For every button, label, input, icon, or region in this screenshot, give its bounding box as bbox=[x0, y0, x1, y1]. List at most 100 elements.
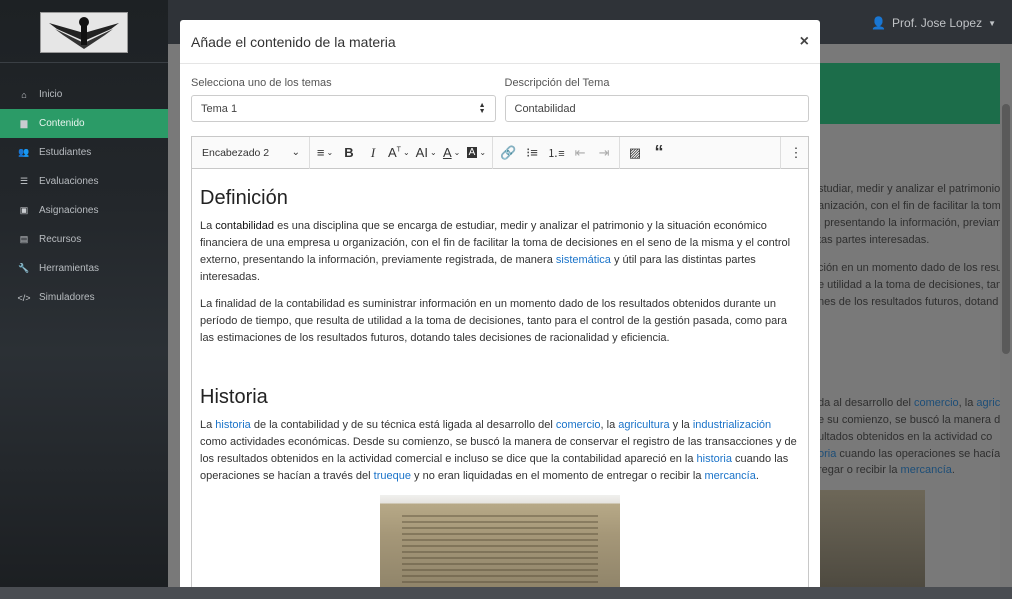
sidebar-item-herramientas[interactable]: 🔧 Herramientas bbox=[0, 254, 168, 283]
bg-text-line: tas partes interesadas. bbox=[818, 234, 930, 246]
scrollbar-thumb[interactable] bbox=[1002, 104, 1010, 354]
toolbar-divider bbox=[780, 136, 781, 169]
list-icon: ☰ bbox=[19, 176, 29, 186]
editor-content[interactable]: Definición La contabilidad es una discip… bbox=[192, 169, 808, 587]
link-button[interactable]: 🔗 bbox=[496, 141, 520, 165]
archive-icon: ▤ bbox=[19, 234, 29, 244]
sidebar-item-label: Contenido bbox=[39, 118, 85, 129]
topic-select[interactable]: Tema 1 ▲ ▼ bbox=[191, 95, 496, 122]
sidebar-item-recursos[interactable]: ▤ Recursos bbox=[0, 225, 168, 254]
numbered-list-button[interactable]: ⒈≡ bbox=[544, 141, 568, 165]
font-color-button[interactable]: A ⌄ bbox=[440, 141, 464, 165]
wrench-icon: 🔧 bbox=[18, 263, 30, 273]
sidebar-item-label: Asignaciones bbox=[39, 205, 99, 216]
sidebar-item-asignaciones[interactable]: ▣ Asignaciones bbox=[0, 196, 168, 225]
bg-text-line: , presentando la información, previam bbox=[818, 217, 1000, 229]
user-menu[interactable]: 👤 Prof. Jose Lopez ▼ bbox=[871, 16, 996, 30]
bg-link-agricultura[interactable]: agric bbox=[976, 397, 1000, 409]
close-button[interactable]: × bbox=[800, 33, 809, 51]
toolbar-divider bbox=[619, 136, 621, 169]
code-icon: </> bbox=[17, 292, 31, 303]
align-button[interactable]: ≡ ⌄ bbox=[313, 141, 337, 165]
link-mercancia[interactable]: mercancía bbox=[705, 470, 756, 482]
heading-dropdown-value: Encabezado 2 bbox=[202, 146, 270, 159]
bg-text-line: nes de los resultados futuros, dotand bbox=[818, 296, 999, 308]
home-icon: ⌂ bbox=[21, 89, 27, 100]
link-historia[interactable]: historia bbox=[215, 419, 250, 431]
indent-button[interactable]: ⇥ bbox=[592, 141, 616, 165]
sidebar-item-evaluaciones[interactable]: ☰ Evaluaciones bbox=[0, 167, 168, 196]
sidebar-item-label: Evaluaciones bbox=[39, 176, 99, 187]
user-name: Prof. Jose Lopez bbox=[892, 16, 983, 30]
bg-text-line: e su comienzo, se buscó la manera d bbox=[818, 414, 1000, 426]
page-scrollbar[interactable] bbox=[1000, 44, 1012, 587]
description-label: Descripción del Tema bbox=[504, 77, 610, 89]
editor-toolbar: Encabezado 2 ⌄ ≡ ⌄ B I AT ⌄ AI ⌄ A ⌄ A ⌄… bbox=[192, 136, 808, 169]
more-vertical-icon: ⋮ bbox=[789, 144, 803, 160]
paragraph: La finalidad de la contabilidad es sumin… bbox=[200, 298, 788, 344]
link-sistematica[interactable]: sistemática bbox=[556, 254, 611, 266]
caret-icon: ⌄ bbox=[402, 148, 410, 157]
bulleted-list-button[interactable]: ⁝≡ bbox=[520, 141, 544, 165]
font-family-button[interactable]: AI ⌄ bbox=[413, 141, 440, 165]
sidebar-item-simuladores[interactable]: </> Simuladores bbox=[0, 283, 168, 312]
indent-icon: ⇥ bbox=[598, 144, 610, 160]
text-segment: y la bbox=[669, 419, 693, 431]
bold-icon: B bbox=[344, 145, 354, 160]
bg-link-historia[interactable]: oria bbox=[818, 448, 836, 460]
app-root: ⌂ Inicio ▆ Contenido 👥 Estudiantes ☰ Eva… bbox=[0, 0, 1012, 599]
caret-icon: ⌄ bbox=[326, 148, 334, 157]
sidebar-item-label: Simuladores bbox=[39, 292, 95, 303]
background-color-button[interactable]: A ⌄ bbox=[464, 141, 489, 165]
text-segment: . bbox=[755, 470, 759, 482]
link-comercio[interactable]: comercio bbox=[556, 419, 601, 431]
bottom-bar bbox=[0, 587, 1012, 599]
sidebar-item-estudiantes[interactable]: 👥 Estudiantes bbox=[0, 138, 168, 167]
link-industrializacion[interactable]: industrialización bbox=[693, 419, 771, 431]
caret-icon: ⌄ bbox=[453, 148, 461, 157]
bg-text-line: ción en un momento dado de los resu bbox=[818, 262, 1000, 274]
caret-icon: ⌄ bbox=[479, 148, 487, 157]
topic-select-group: Selecciona uno de los temas Tema 1 ▲ ▼ bbox=[191, 77, 496, 122]
topic-select-value: Tema 1 bbox=[201, 102, 238, 115]
bold-button[interactable]: B bbox=[337, 141, 361, 165]
sidebar-item-contenido[interactable]: ▆ Contenido bbox=[0, 109, 168, 138]
font-size-icon: AT bbox=[388, 145, 401, 160]
sidebar-item-inicio[interactable]: ⌂ Inicio bbox=[0, 80, 168, 109]
bg-text-segment: regar o recibir la bbox=[818, 464, 901, 476]
cuneiform-tablet-image[interactable] bbox=[380, 495, 620, 587]
font-size-button[interactable]: AT ⌄ bbox=[385, 141, 413, 165]
outdent-button[interactable]: ⇤ bbox=[568, 141, 592, 165]
toolbar-divider bbox=[309, 136, 310, 169]
more-options-button[interactable]: ⋮ bbox=[784, 141, 808, 165]
page-banner bbox=[818, 63, 1000, 124]
bg-link-mercancia[interactable]: mercancía bbox=[901, 464, 952, 476]
heading-definicion: Definición bbox=[200, 187, 288, 209]
link-agricultura[interactable]: agricultura bbox=[618, 419, 669, 431]
bg-text-line: anización, con el fin de facilitar la to… bbox=[818, 200, 1000, 212]
sidebar: ⌂ Inicio ▆ Contenido 👥 Estudiantes ☰ Eva… bbox=[0, 0, 168, 587]
description-group: Descripción del Tema bbox=[504, 77, 809, 122]
blockquote-button[interactable]: “ bbox=[647, 141, 671, 165]
select-arrows-icon: ▲ ▼ bbox=[478, 101, 486, 115]
modal-header: Añade el contenido de la materia × bbox=[180, 20, 820, 64]
bg-text-segment: , la bbox=[958, 397, 977, 409]
paragraph: La contabilidad es una disciplina que se… bbox=[200, 218, 800, 286]
bg-link-comercio[interactable]: comercio bbox=[914, 397, 959, 409]
italic-button[interactable]: I bbox=[361, 141, 385, 165]
heading-dropdown[interactable]: Encabezado 2 ⌄ bbox=[196, 141, 306, 165]
description-input[interactable] bbox=[504, 95, 809, 122]
sidebar-nav: ⌂ Inicio ▆ Contenido 👥 Estudiantes ☰ Eva… bbox=[0, 80, 168, 312]
link-historia[interactable]: historia bbox=[697, 453, 732, 465]
modal-form-row: Selecciona uno de los temas Tema 1 ▲ ▼ De… bbox=[180, 64, 820, 122]
insert-image-button[interactable]: ▨ bbox=[623, 141, 647, 165]
bg-text-line: studiar, medir y analizar el patrimonio bbox=[818, 183, 1000, 195]
link-trueque[interactable]: trueque bbox=[374, 470, 411, 482]
logo[interactable] bbox=[40, 12, 128, 53]
bulleted-list-icon: ⁝≡ bbox=[526, 144, 538, 160]
caret-down-icon: ▼ bbox=[988, 18, 996, 28]
numbered-list-icon: ⒈≡ bbox=[547, 147, 565, 160]
chevron-down-icon: ⌄ bbox=[291, 147, 300, 158]
outdent-icon: ⇤ bbox=[574, 144, 586, 160]
